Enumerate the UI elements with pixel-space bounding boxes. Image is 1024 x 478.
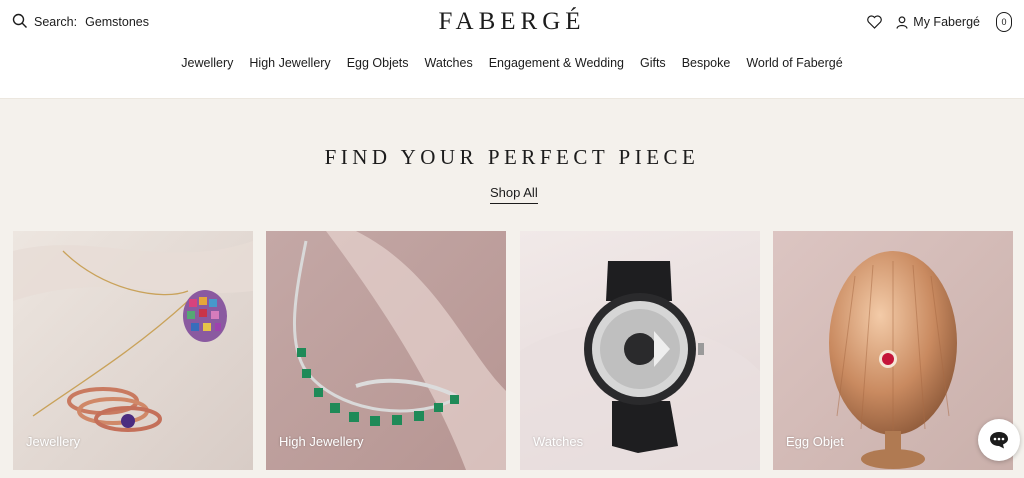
nav-watches[interactable]: Watches — [425, 56, 473, 70]
category-card-watches[interactable]: Watches — [520, 231, 760, 470]
category-card-jewellery[interactable]: Jewellery — [13, 231, 253, 470]
category-card-high-jewellery[interactable]: High Jewellery — [266, 231, 506, 470]
main-nav: Jewellery High Jewellery Egg Objets Watc… — [0, 56, 1024, 70]
section-heading: FIND YOUR PERFECT PIECE — [324, 145, 700, 169]
account-label: My Fabergé — [913, 15, 980, 29]
bag-count: 0 — [1001, 17, 1007, 27]
nav-jewellery[interactable]: Jewellery — [181, 56, 233, 70]
chat-icon — [990, 432, 1008, 449]
category-label: Watches — [533, 434, 584, 449]
user-icon — [896, 15, 908, 29]
wishlist-button[interactable] — [867, 15, 883, 29]
category-label: High Jewellery — [279, 434, 364, 449]
nav-engagement-wedding[interactable]: Engagement & Wedding — [489, 56, 624, 70]
category-label: Egg Objet — [786, 434, 844, 449]
bag-button[interactable]: 0 — [996, 12, 1012, 32]
nav-world-of-faberge[interactable]: World of Fabergé — [746, 56, 842, 70]
chat-button[interactable] — [978, 419, 1020, 461]
account-link[interactable]: My Fabergé — [896, 15, 980, 29]
nav-high-jewellery[interactable]: High Jewellery — [249, 56, 330, 70]
heart-icon — [867, 15, 883, 29]
nav-gifts[interactable]: Gifts — [640, 56, 666, 70]
nav-egg-objets[interactable]: Egg Objets — [347, 56, 409, 70]
shop-all-link[interactable]: Shop All — [490, 185, 538, 204]
category-card-egg-objet[interactable]: Egg Objet — [773, 231, 1013, 470]
site-header: Search: Gemstones FABERGÉ My Fabergé 0 J… — [0, 0, 1024, 99]
category-label: Jewellery — [26, 434, 81, 449]
nav-bespoke[interactable]: Bespoke — [682, 56, 731, 70]
